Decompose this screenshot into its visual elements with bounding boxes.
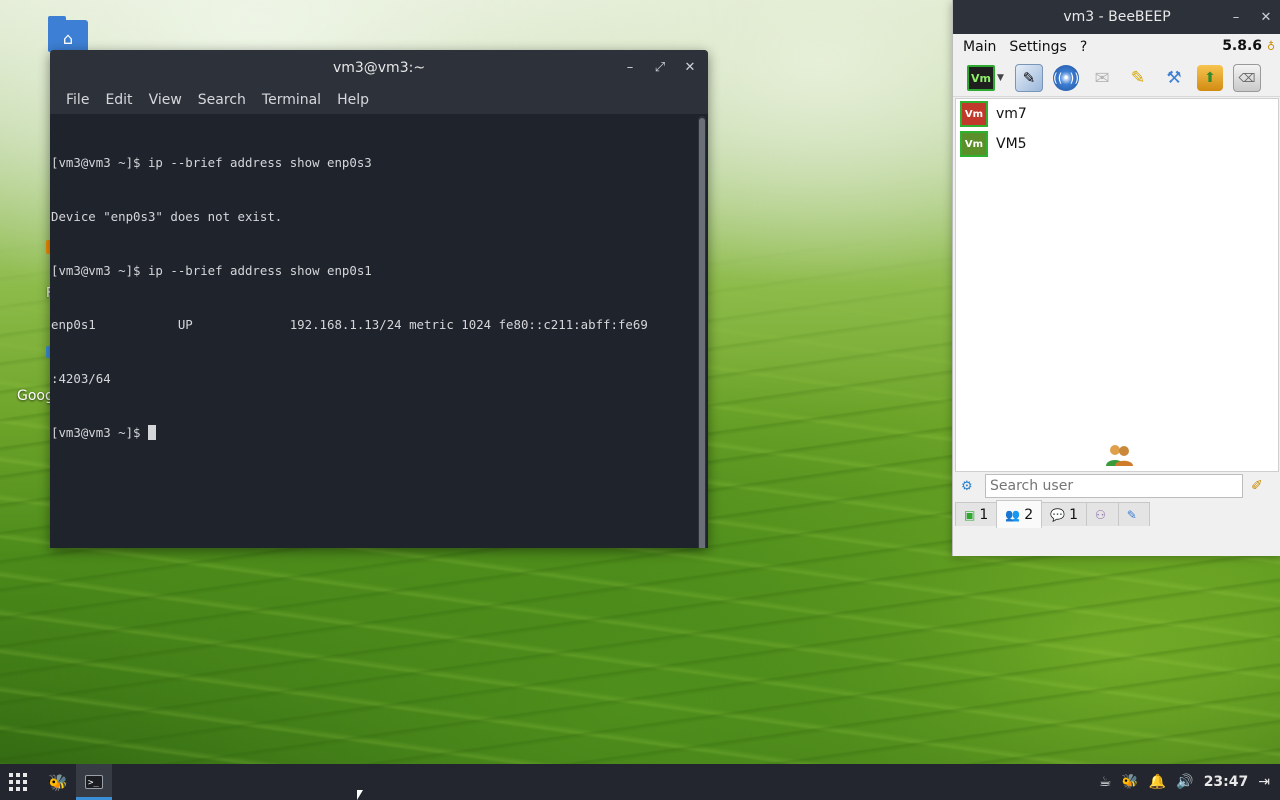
terminal-line: :4203/64 <box>51 371 111 386</box>
search-user-input[interactable] <box>985 474 1243 498</box>
share-icon: ✎ <box>1126 507 1137 522</box>
network-users-icon: ⚇ <box>1095 507 1106 522</box>
logout-icon[interactable]: ⇥ <box>1258 774 1270 790</box>
chevron-down-icon[interactable]: ▼ <box>997 73 1005 83</box>
close-icon[interactable]: ✕ <box>682 60 698 76</box>
bee-icon: ♁ <box>1266 40 1275 53</box>
mouse-pointer <box>357 790 363 800</box>
menu-file[interactable]: File <box>58 92 97 108</box>
maximize-icon[interactable]: ⤢ <box>652 60 668 76</box>
menu-help[interactable]: Help <box>329 92 377 108</box>
terminal-menubar: File Edit View Search Terminal Help <box>50 86 708 114</box>
taskbar: 🐝 >_ ☕ 🐝 🔔 🔊 23:47 ⇥ <box>0 764 1280 800</box>
version-label: 5.8.6 ♁ <box>1222 38 1275 54</box>
menu-help[interactable]: ? <box>1080 39 1087 55</box>
home-folder-icon[interactable]: ⌂ <box>48 16 88 52</box>
menu-terminal[interactable]: Terminal <box>254 92 329 108</box>
coffee-icon[interactable]: ☕ <box>1099 774 1112 790</box>
tab-count: 1 <box>979 506 989 523</box>
menu-settings[interactable]: Settings <box>1009 39 1066 55</box>
group-icon: 👥 <box>1005 507 1021 522</box>
chat-icon: 💬 <box>1050 507 1066 522</box>
user-item-vm7[interactable]: Vm vm7 <box>956 99 1278 129</box>
scrollbar-thumb[interactable] <box>699 118 705 548</box>
tab-network[interactable]: ⚇ <box>1086 502 1119 526</box>
menu-search[interactable]: Search <box>190 92 254 108</box>
volume-icon[interactable]: 🔊 <box>1176 774 1193 790</box>
terminal-prompt: [vm3@vm3 ~]$ <box>51 425 148 440</box>
terminal-window[interactable]: vm3@vm3:~ – ⤢ ✕ File Edit View Search Te… <box>50 50 708 548</box>
app-launcher-button[interactable] <box>0 764 36 800</box>
terminal-line: Device "enp0s3" does not exist. <box>51 209 283 224</box>
terminal-output[interactable]: [vm3@vm3 ~]$ ip --brief address show enp… <box>50 114 696 548</box>
user-name: VM5 <box>996 136 1027 152</box>
user-avatar: Vm <box>960 131 988 157</box>
minimize-icon[interactable]: – <box>622 60 638 76</box>
tab-files[interactable]: ✎ <box>1117 502 1150 526</box>
terminal-title: vm3@vm3:~ <box>332 60 426 76</box>
tab-users[interactable]: ▣ 1 <box>955 502 998 526</box>
notification-bell-icon[interactable]: 🔔 <box>1149 774 1166 790</box>
clock[interactable]: 23:47 <box>1204 774 1249 790</box>
terminal-icon: >_ <box>85 775 103 789</box>
beebeep-taskbar-button[interactable]: 🐝 <box>40 764 76 800</box>
bee-tray-icon[interactable]: 🐝 <box>1121 774 1138 790</box>
tab-chats[interactable]: 💬 1 <box>1041 502 1088 526</box>
beebeep-tabs: ▣ 1 👥 2 💬 1 ⚇ ✎ <box>955 500 1150 528</box>
terminal-titlebar[interactable]: vm3@vm3:~ – ⤢ ✕ <box>50 50 708 86</box>
beebeep-titlebar[interactable]: vm3 - BeeBEEP – ✕ <box>953 0 1280 34</box>
terminal-prompt-line: [vm3@vm3 ~]$ <box>51 424 695 442</box>
text-cursor <box>147 425 156 440</box>
users-group-icon <box>1106 445 1133 466</box>
version-number: 5.8.6 <box>1222 38 1263 54</box>
trash-icon[interactable]: ⌫ <box>1233 64 1261 92</box>
user-item-vm5[interactable]: Vm VM5 <box>956 129 1278 159</box>
close-icon[interactable]: ✕ <box>1259 10 1273 25</box>
minimize-icon[interactable]: – <box>1229 10 1243 25</box>
beebeep-title: vm3 - BeeBEEP <box>1063 9 1171 25</box>
computer-icon: ▣ <box>964 507 976 522</box>
menu-main[interactable]: Main <box>963 39 996 55</box>
user-list[interactable]: Vm vm7 Vm VM5 <box>955 98 1279 472</box>
terminal-scrollbar[interactable] <box>698 116 706 548</box>
folder-share-icon[interactable]: ⬆ <box>1197 65 1223 91</box>
mail-icon[interactable]: ✉ <box>1089 65 1115 91</box>
desktop-icon-label: Goog <box>17 388 54 404</box>
terminal-line: [vm3@vm3 ~]$ ip --brief address show enp… <box>51 155 372 170</box>
edit-profile-icon[interactable]: ✎ <box>1015 64 1043 92</box>
beebeep-menubar: Main Settings ? 5.8.6 ♁ <box>953 34 1280 60</box>
tab-count: 1 <box>1069 506 1079 523</box>
note-edit-icon[interactable]: ✎ <box>1125 65 1151 91</box>
my-status-button[interactable]: Vm <box>967 65 995 91</box>
apps-grid-icon <box>9 773 27 791</box>
clear-search-icon[interactable]: ✐ <box>1251 478 1263 494</box>
terminal-line: [vm3@vm3 ~]$ ip --brief address show enp… <box>51 263 372 278</box>
terminal-taskbar-button[interactable]: >_ <box>76 764 112 800</box>
menu-view[interactable]: View <box>141 92 190 108</box>
beebeep-toolbar: Vm ▼ ✎ ((•)) ✉ ✎ ⚒ ⬆ ⌫ <box>953 60 1280 97</box>
user-avatar: Vm <box>960 101 988 127</box>
menu-edit[interactable]: Edit <box>97 92 140 108</box>
bee-icon: 🐝 <box>48 772 68 792</box>
user-search-bar: ⚙ ✐ <box>953 472 1280 500</box>
tab-groups[interactable]: 👥 2 <box>996 500 1043 528</box>
tools-icon[interactable]: ⚒ <box>1161 65 1187 91</box>
beebeep-window[interactable]: vm3 - BeeBEEP – ✕ Main Settings ? 5.8.6 … <box>952 0 1280 556</box>
tab-count: 2 <box>1024 506 1034 523</box>
terminal-line: enp0s1 UP 192.168.1.13/24 metric 1024 fe… <box>51 317 648 332</box>
user-name: vm7 <box>996 106 1027 122</box>
network-icon[interactable]: ((•)) <box>1053 65 1079 91</box>
system-tray: ☕ 🐝 🔔 🔊 23:47 ⇥ <box>1099 764 1280 800</box>
search-options-icon[interactable]: ⚙ <box>961 479 981 494</box>
